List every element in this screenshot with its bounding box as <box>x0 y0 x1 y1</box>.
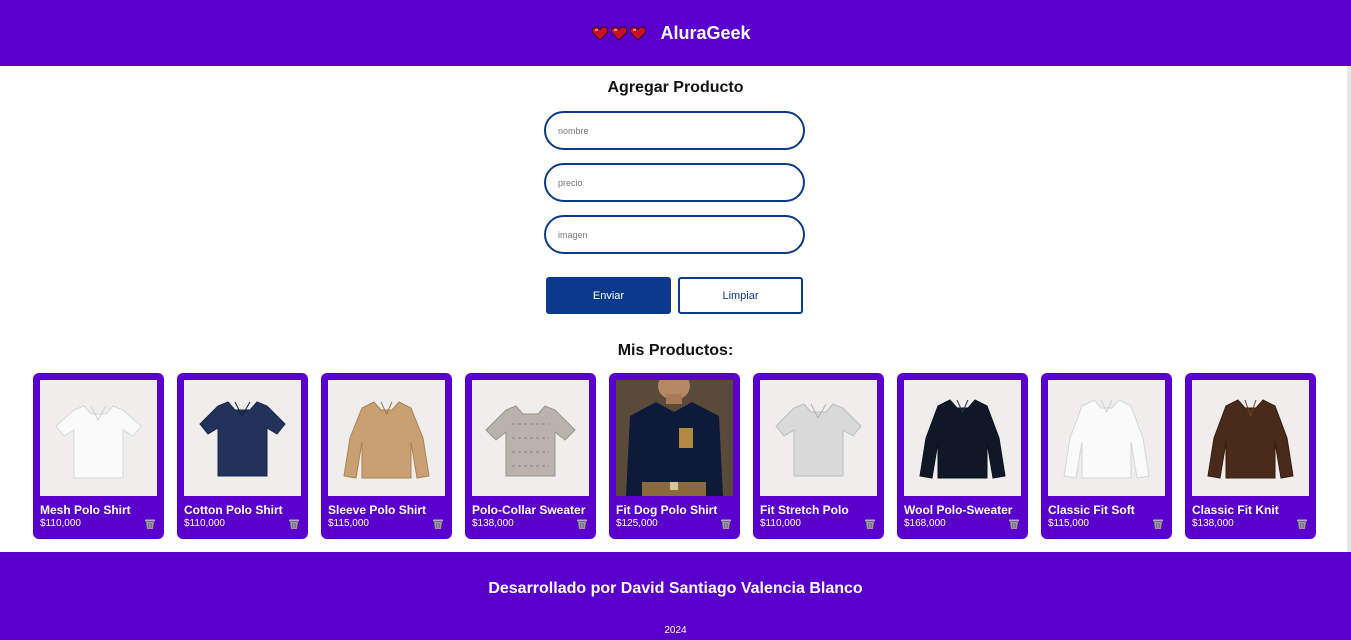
clear-button[interactable]: Limpiar <box>678 277 803 314</box>
product-name: Wool Polo-Sweater <box>904 503 1013 517</box>
product-name: Fit Stretch Polo <box>760 503 849 517</box>
site-footer: Desarrollado por David Santiago Valencia… <box>0 552 1351 640</box>
product-image <box>40 380 157 496</box>
product-price: $115,000 <box>328 518 369 529</box>
product-name: Polo-Collar Sweater <box>472 503 586 517</box>
product-card: Fit Dog Polo Shirt $125,000 <box>609 373 740 539</box>
product-name: Mesh Polo Shirt <box>40 503 131 517</box>
product-price: $125,000 <box>616 518 658 529</box>
product-card: Wool Polo-Sweater $168,000 <box>897 373 1028 539</box>
product-price: $168,000 <box>904 518 946 529</box>
product-card: Sleeve Polo Shirt $115,000 <box>321 373 452 539</box>
product-card: Fit Stretch Polo $110,000 <box>753 373 884 539</box>
heart-icon <box>630 26 647 41</box>
site-header: AluraGeek <box>0 0 1351 66</box>
product-image <box>184 380 301 496</box>
footer-year: 2024 <box>664 625 687 636</box>
price-input[interactable] <box>544 163 805 202</box>
products-title: Mis Productos: <box>617 342 734 359</box>
trash-icon[interactable] <box>576 518 588 530</box>
product-card: Classic Fit Knit $138,000 <box>1185 373 1316 539</box>
product-price: $110,000 <box>760 518 801 529</box>
trash-icon[interactable] <box>1008 518 1020 530</box>
scrollbar[interactable] <box>1347 66 1351 552</box>
product-card: Mesh Polo Shirt $110,000 <box>33 373 164 539</box>
product-list: Mesh Polo Shirt $110,000 Cotton Polo Shi… <box>33 373 1316 539</box>
product-name: Sleeve Polo Shirt <box>328 503 427 517</box>
form-title: Agregar Producto <box>607 79 744 96</box>
submit-button[interactable]: Enviar <box>546 277 671 314</box>
product-image <box>1192 380 1309 496</box>
product-name: Fit Dog Polo Shirt <box>616 503 718 517</box>
product-price: $138,000 <box>1192 518 1234 529</box>
product-name: Cotton Polo Shirt <box>184 503 283 517</box>
product-name: Classic Fit Knit <box>1192 503 1279 517</box>
product-card: Cotton Polo Shirt $110,000 <box>177 373 308 539</box>
trash-icon[interactable] <box>1296 518 1308 530</box>
product-image <box>616 380 733 496</box>
product-card: Classic Fit Soft $115,000 <box>1041 373 1172 539</box>
trash-icon[interactable] <box>432 518 444 530</box>
trash-icon[interactable] <box>288 518 300 530</box>
trash-icon[interactable] <box>864 518 876 530</box>
product-image <box>760 380 877 496</box>
product-image <box>472 380 589 496</box>
image-input[interactable] <box>544 215 805 254</box>
product-price: $138,000 <box>472 518 514 529</box>
brand-name[interactable]: AluraGeek <box>660 23 750 44</box>
product-price: $110,000 <box>184 518 225 529</box>
trash-icon[interactable] <box>720 518 732 530</box>
product-image <box>328 380 445 496</box>
product-image <box>904 380 1021 496</box>
product-card: Polo-Collar Sweater $138,000 <box>465 373 596 539</box>
footer-credit: Desarrollado por David Santiago Valencia… <box>488 580 863 597</box>
heart-icon <box>592 26 609 41</box>
product-price: $110,000 <box>40 518 81 529</box>
name-input[interactable] <box>544 111 805 150</box>
trash-icon[interactable] <box>1152 518 1164 530</box>
trash-icon[interactable] <box>144 518 156 530</box>
product-image <box>1048 380 1165 496</box>
logo <box>592 26 647 41</box>
product-name: Classic Fit Soft <box>1048 503 1135 517</box>
heart-icon <box>611 26 628 41</box>
product-price: $115,000 <box>1048 518 1089 529</box>
